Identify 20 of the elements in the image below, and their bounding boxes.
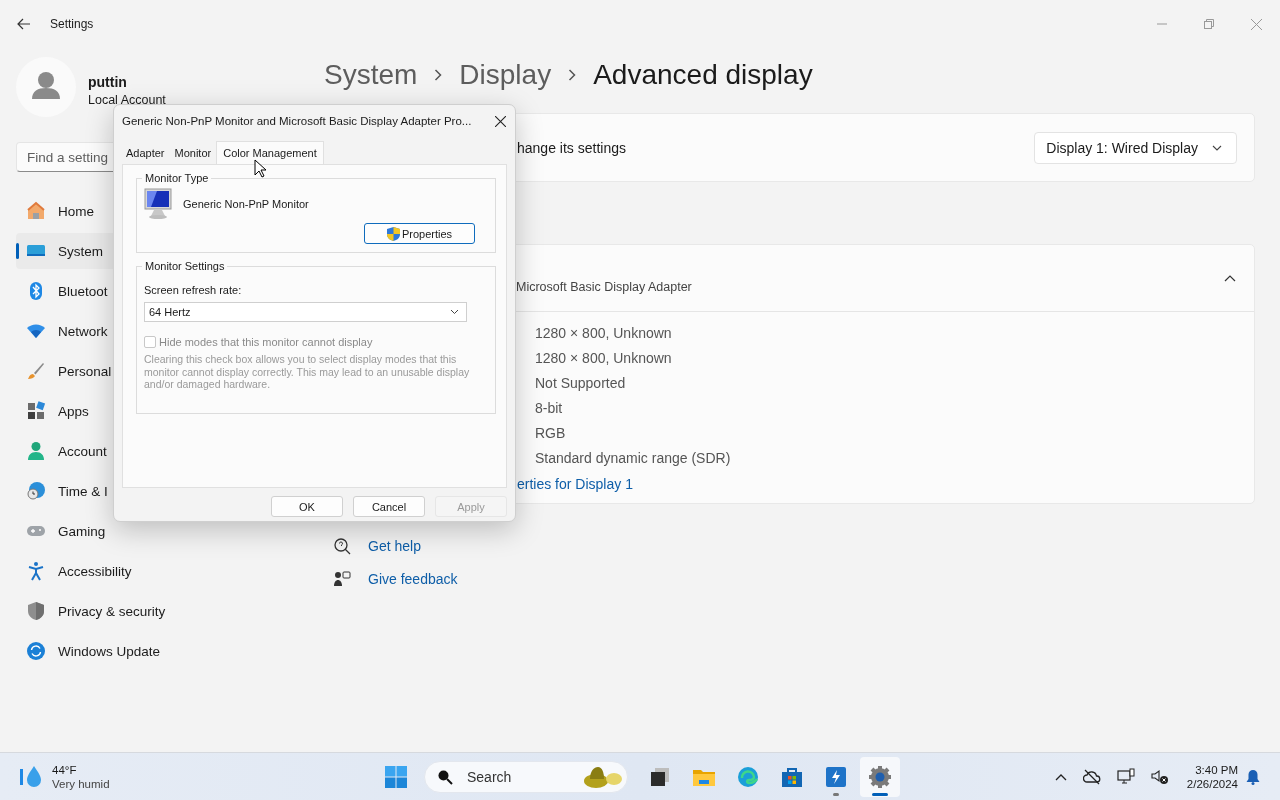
warning-note: Clearing this check box allows you to select display modes that this monitor cannot display correctly. This may lead to an unusable display and/or damaged hardware. bbox=[144, 353, 471, 391]
page-title: Advanced display bbox=[593, 59, 813, 91]
info-value: 8-bit bbox=[535, 399, 564, 418]
info-value: Not Supported bbox=[535, 374, 627, 393]
info-value: Standard dynamic range (SDR) bbox=[535, 449, 732, 468]
dialog-title: Generic Non-PnP Monitor and Microsoft Basic Display Adapter Pro... bbox=[122, 115, 472, 127]
adapter-name: Microsoft Basic Display Adapter bbox=[516, 280, 692, 294]
group-legend: Monitor Settings bbox=[142, 260, 228, 272]
account-type: Local Account bbox=[88, 92, 166, 107]
window-title: Settings bbox=[50, 17, 94, 31]
temperature: 44°F bbox=[52, 763, 78, 776]
info-value: RGB bbox=[535, 424, 567, 443]
info-value: 1280 × 800, Unknown bbox=[535, 324, 673, 343]
group-legend: Monitor Type bbox=[142, 172, 212, 184]
user-name: puttin bbox=[88, 73, 128, 90]
setting-label: hange its settings bbox=[517, 139, 627, 156]
field-label: Screen refresh rate: bbox=[144, 284, 243, 296]
monitor-name: Generic Non-PnP Monitor bbox=[183, 198, 309, 210]
weather-condition: Very humid bbox=[52, 777, 110, 790]
info-value: 1280 × 800, Unknown bbox=[535, 349, 673, 368]
